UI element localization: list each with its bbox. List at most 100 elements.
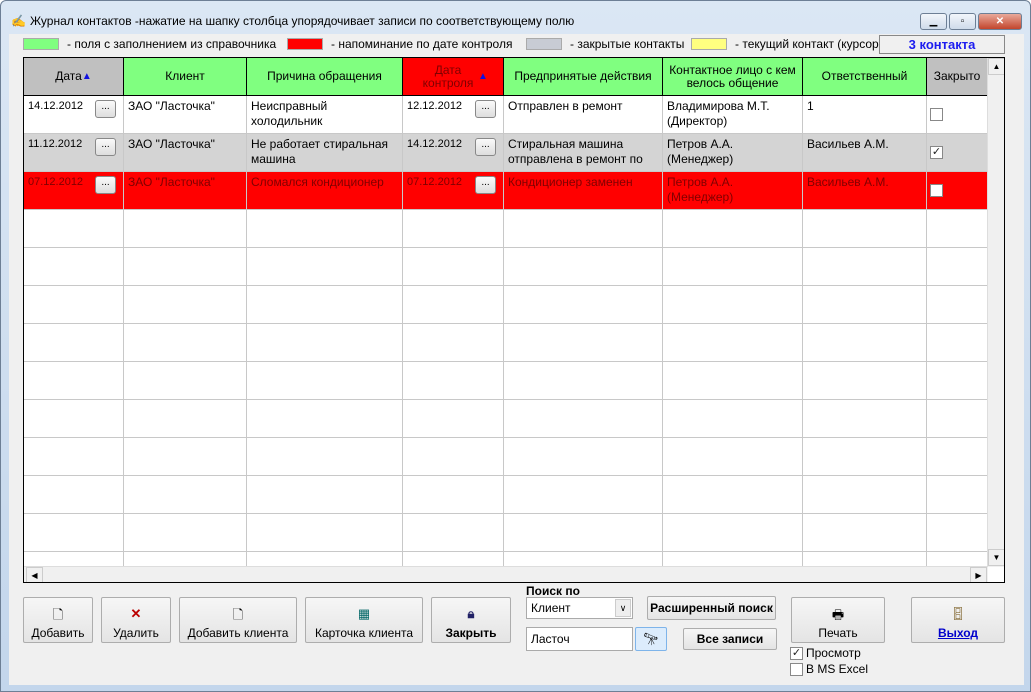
cell-client[interactable]: ЗАО "Ласточка"	[124, 134, 247, 172]
date-picker-button[interactable]: ...	[475, 176, 496, 194]
column-header[interactable]: Дата ▲	[24, 58, 124, 96]
cell-closed[interactable]	[927, 172, 988, 210]
printer-icon: 🖶	[831, 607, 845, 622]
cell-contact[interactable]: Петров А.А. (Менеджер)	[663, 172, 803, 210]
cell-date[interactable]: 11.12.2012...	[24, 134, 124, 172]
cell-control[interactable]: 07.12.2012...	[403, 172, 504, 210]
app-icon: ✍	[11, 14, 26, 28]
print-button[interactable]: 🖶 Печать	[791, 597, 885, 643]
column-header[interactable]: Предпринятые действия	[504, 58, 663, 96]
advanced-search-button[interactable]: Расширенный поиск	[647, 596, 776, 620]
table-row-empty[interactable]	[24, 400, 988, 438]
checkbox[interactable]	[790, 662, 803, 676]
cell-actions[interactable]: Кондиционер заменен	[504, 172, 663, 210]
closed-checkbox[interactable]: ✓	[930, 146, 943, 159]
preview-checkbox[interactable]: ✓ Просмотр	[790, 646, 861, 660]
scroll-right-icon[interactable]: ▶	[970, 567, 987, 582]
minimize-button[interactable]: ▁	[920, 13, 947, 30]
delete-button[interactable]: ✕ Удалить	[101, 597, 171, 643]
cell-control[interactable]: 12.12.2012...	[403, 96, 504, 134]
search-field-select[interactable]: Клиент ∨	[526, 597, 633, 619]
column-header-label: Контактное лицо с кем велось общение	[669, 62, 796, 90]
cell-actions[interactable]: Отправлен в ремонт	[504, 96, 663, 134]
add-button[interactable]: 🗋 Добавить	[23, 597, 93, 643]
button-label: Печать	[818, 626, 858, 640]
date-picker-button[interactable]: ...	[95, 176, 116, 194]
card-grid-icon: ▦	[357, 606, 371, 621]
cell-date[interactable]: 14.12.2012...	[24, 96, 124, 134]
date-picker-button[interactable]: ...	[475, 138, 496, 156]
table-row-empty[interactable]	[24, 248, 988, 286]
table-row-empty[interactable]	[24, 324, 988, 362]
table-row[interactable]: 07.12.2012... ЗАО "Ласточка" Сломался конд…	[24, 172, 988, 210]
checkbox-label: Просмотр	[806, 646, 861, 660]
table-row[interactable]: 14.12.2012... ЗАО "Ласточка" Неисправный х…	[24, 96, 988, 134]
cell-text: 1	[807, 99, 814, 113]
cell-responsible[interactable]: Васильев А.М.	[803, 134, 927, 172]
cell-contact[interactable]: Владимирова М.Т. (Директор)	[663, 96, 803, 134]
table-row-empty[interactable]	[24, 286, 988, 324]
vertical-scrollbar[interactable]: ▲ ▼	[987, 58, 1004, 567]
scroll-up-icon[interactable]: ▲	[988, 58, 1004, 75]
cell-date[interactable]: 07.12.2012...	[24, 172, 124, 210]
cell-client[interactable]: ЗАО "Ласточка"	[124, 172, 247, 210]
scroll-down-icon[interactable]: ▼	[988, 549, 1004, 566]
column-header[interactable]: Дата контроля ▲	[403, 58, 504, 96]
cell-responsible[interactable]: Васильев А.М.	[803, 172, 927, 210]
new-document-icon: 🗋	[52, 607, 64, 622]
table-row-empty[interactable]	[24, 362, 988, 400]
cell-text: ЗАО "Ласточка"	[128, 99, 215, 113]
cell-client[interactable]: ЗАО "Ласточка"	[124, 96, 247, 134]
table-row-empty[interactable]	[24, 476, 988, 514]
cell-text: Петров А.А. (Менеджер)	[667, 175, 734, 204]
column-header[interactable]: Ответственный	[803, 58, 927, 96]
search-input[interactable]: Ласточ	[526, 627, 633, 651]
date-picker-button[interactable]: ...	[95, 138, 116, 156]
cell-closed[interactable]: ✓	[927, 134, 988, 172]
binoculars-search-button[interactable]: 🔭︎	[635, 627, 667, 651]
contacts-grid[interactable]: Дата ▲ Клиент Причина обращения Дата контро…	[23, 57, 1005, 583]
add-client-button[interactable]: 🗋 Добавить клиента	[179, 597, 297, 643]
cell-reason[interactable]: Неисправный холодильник	[247, 96, 403, 134]
cell-reason[interactable]: Сломался кондиционер	[247, 172, 403, 210]
cell-responsible[interactable]: 1	[803, 96, 927, 134]
cell-text: Владимирова М.Т. (Директор)	[667, 99, 770, 128]
table-row-empty[interactable]	[24, 438, 988, 476]
delete-icon: ✕	[130, 606, 142, 621]
cell-actions[interactable]: Стиральная машина отправлена в ремонт по	[504, 134, 663, 172]
column-header-label: Клиент	[165, 69, 205, 83]
column-header[interactable]: Контактное лицо с кем велось общение	[663, 58, 803, 96]
closed-checkbox[interactable]	[930, 108, 943, 121]
excel-checkbox[interactable]: В MS Excel	[790, 662, 868, 676]
horizontal-scrollbar[interactable]: ◀ ▶	[24, 566, 988, 582]
maximize-button[interactable]: ▫	[949, 13, 976, 30]
legend-reference: - поля с заполнением из справочника	[23, 36, 276, 52]
checkbox[interactable]: ✓	[790, 646, 803, 660]
column-header-label: Закрыто	[933, 69, 981, 83]
cell-text: 07.12.2012	[28, 176, 84, 188]
exit-button[interactable]: 🚪︎ Выход	[911, 597, 1005, 643]
closed-checkbox[interactable]	[930, 184, 943, 197]
cell-text: Не работает стиральная машина	[251, 137, 389, 166]
legend-reminder: - напоминание по дате контроля	[287, 36, 512, 52]
legend-current: - текущий контакт (курсор)	[691, 36, 883, 52]
client-card-button[interactable]: ▦ Карточка клиента	[305, 597, 423, 643]
scroll-left-icon[interactable]: ◀	[26, 567, 43, 582]
table-row[interactable]: 11.12.2012... ЗАО "Ласточка" Не работает с…	[24, 134, 988, 172]
close-record-button[interactable]: 🔒︎ Закрыть	[431, 597, 511, 643]
cell-reason[interactable]: Не работает стиральная машина	[247, 134, 403, 172]
table-row-empty[interactable]	[24, 210, 988, 248]
date-picker-button[interactable]: ...	[475, 100, 496, 118]
column-header[interactable]: Закрыто	[927, 58, 988, 96]
column-header[interactable]: Клиент	[124, 58, 247, 96]
table-row-empty[interactable]	[24, 514, 988, 552]
date-picker-button[interactable]: ...	[95, 100, 116, 118]
cell-contact[interactable]: Петров А.А. (Менеджер)	[663, 134, 803, 172]
close-window-button[interactable]: ✕	[978, 13, 1022, 30]
cell-control[interactable]: 14.12.2012...	[403, 134, 504, 172]
all-records-button[interactable]: Все записи	[683, 628, 777, 650]
column-header[interactable]: Причина обращения	[247, 58, 403, 96]
chevron-down-icon[interactable]: ∨	[615, 599, 631, 617]
cell-text: Отправлен в ремонт	[508, 99, 623, 113]
cell-closed[interactable]	[927, 96, 988, 134]
